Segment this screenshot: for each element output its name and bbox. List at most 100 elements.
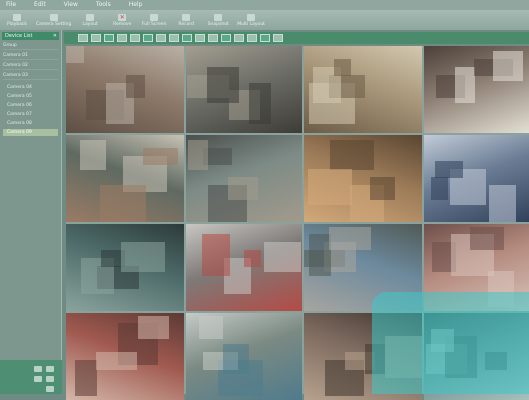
sidebar-header-label: Device List bbox=[5, 33, 33, 39]
scene-shape bbox=[333, 59, 352, 77]
menu-item-help[interactable]: Help bbox=[129, 0, 143, 10]
camera-store-shelves[interactable] bbox=[304, 135, 422, 222]
main-toolbar: Playback Camera Setting Layout ✕ Remove Full … bbox=[0, 10, 529, 30]
scene-shape bbox=[202, 234, 231, 277]
sidebar-row[interactable]: Camera 03 bbox=[3, 72, 58, 80]
layout-button[interactable] bbox=[143, 34, 153, 42]
device-tree-item[interactable]: Camera 08 bbox=[3, 120, 58, 127]
ptz-left-button[interactable] bbox=[46, 376, 54, 382]
camera-train-station[interactable] bbox=[424, 46, 529, 133]
menu-item-edit[interactable]: Edit bbox=[34, 0, 46, 10]
grid-icon bbox=[247, 13, 256, 21]
scene-shape bbox=[263, 242, 301, 272]
ptz-right-button[interactable] bbox=[46, 366, 54, 372]
device-sidebar: Device List ✕ Group Camera 01 Camera 02 Cam… bbox=[0, 30, 62, 394]
camera-indoor-courtyard[interactable] bbox=[66, 224, 184, 311]
scene-shape bbox=[66, 46, 84, 64]
sidebar-row[interactable]: Camera 02 bbox=[3, 62, 58, 70]
multi-layout-button[interactable]: Multi Layout bbox=[237, 11, 265, 29]
scene-shape bbox=[126, 74, 146, 99]
camera-checkout-counter[interactable] bbox=[66, 313, 184, 400]
device-tree-item[interactable]: Camera 09 bbox=[3, 129, 58, 136]
layout-button[interactable] bbox=[260, 34, 270, 42]
full-screen-button[interactable]: Full Screen bbox=[141, 11, 167, 29]
teal-overlay-shape bbox=[372, 292, 529, 394]
sidebar-row[interactable]: Camera 01 bbox=[3, 52, 58, 60]
scene-shape bbox=[307, 168, 353, 205]
menu-bar: File Edit View Tools Help bbox=[0, 0, 529, 10]
record-icon bbox=[182, 13, 191, 21]
scene-shape bbox=[100, 184, 147, 222]
snapshot-icon bbox=[214, 13, 223, 21]
play-icon bbox=[13, 13, 21, 21]
layout-button[interactable] bbox=[130, 34, 140, 42]
layout-button[interactable] bbox=[208, 34, 218, 42]
menu-item-view[interactable]: View bbox=[64, 0, 78, 10]
ptz-up-button[interactable] bbox=[34, 366, 42, 372]
toolbar-button-label: Layout bbox=[82, 21, 98, 27]
layout-button[interactable] bbox=[273, 34, 283, 42]
scene-shape bbox=[137, 315, 169, 340]
camera-icon bbox=[49, 13, 58, 21]
layout-button[interactable] bbox=[221, 34, 231, 42]
scene-shape bbox=[248, 82, 271, 125]
camera-warehouse-shelves[interactable] bbox=[304, 46, 422, 133]
scene-shape bbox=[80, 140, 107, 170]
device-tree-item[interactable]: Camera 07 bbox=[3, 111, 58, 118]
layout-button[interactable] bbox=[117, 34, 127, 42]
scene-shape bbox=[489, 184, 517, 222]
scene-shape bbox=[223, 344, 249, 374]
camera-cafeteria[interactable] bbox=[186, 46, 302, 133]
device-tree-item[interactable]: Camera 04 bbox=[3, 84, 58, 91]
camera-train-platform[interactable] bbox=[186, 224, 302, 311]
device-tree-item[interactable]: Camera 06 bbox=[3, 102, 58, 109]
layout-button[interactable] bbox=[91, 34, 101, 42]
ptz-down-button[interactable] bbox=[34, 376, 42, 382]
layout-icon bbox=[86, 13, 95, 21]
layout-button[interactable] bbox=[104, 34, 114, 42]
camera-industrial-tower[interactable] bbox=[186, 135, 302, 222]
menu-item-file[interactable]: File bbox=[6, 0, 16, 10]
camera-office-crowd[interactable] bbox=[424, 135, 529, 222]
layout-button[interactable] bbox=[169, 34, 179, 42]
camera-atrium-sign[interactable] bbox=[186, 313, 302, 400]
layout-button[interactable] bbox=[247, 34, 257, 42]
device-tree-item[interactable]: Camera 05 bbox=[3, 93, 58, 100]
snapshot-button[interactable]: Snapshot bbox=[205, 11, 231, 29]
playback-button[interactable]: Playback bbox=[4, 11, 30, 29]
scene-shape bbox=[370, 176, 395, 201]
zoom-button[interactable] bbox=[46, 386, 54, 392]
scene-shape bbox=[435, 161, 463, 179]
toolbar-button-label: Full Screen bbox=[141, 21, 167, 27]
menu-item-tools[interactable]: Tools bbox=[96, 0, 111, 10]
scene-shape bbox=[430, 176, 449, 201]
layout-button[interactable] bbox=[78, 34, 88, 42]
close-icon: ✕ bbox=[118, 13, 127, 21]
scene-shape bbox=[227, 176, 258, 201]
scene-shape bbox=[328, 226, 372, 251]
toolbar-button-label: Playback bbox=[6, 21, 28, 27]
layout-button[interactable] bbox=[234, 34, 244, 42]
device-tree: Camera 04 Camera 05 Camera 06 Camera 07 Came… bbox=[0, 84, 61, 136]
close-icon[interactable]: ✕ bbox=[53, 32, 57, 40]
scene-shape bbox=[206, 66, 240, 103]
camera-shopping-mall-escalator[interactable] bbox=[66, 135, 184, 222]
toolbar-button-label: Remove bbox=[113, 21, 132, 27]
layout-button[interactable] bbox=[156, 34, 166, 42]
toolbar-button-label: Camera Setting bbox=[36, 21, 72, 27]
viewer-toolbar bbox=[64, 32, 529, 44]
camera-setting-button[interactable]: Camera Setting bbox=[36, 11, 71, 29]
scene-shape bbox=[121, 242, 166, 272]
sidebar-header: Device List ✕ bbox=[2, 32, 59, 40]
record-button[interactable]: Record bbox=[173, 11, 199, 29]
scene-shape bbox=[142, 148, 179, 166]
sidebar-row[interactable]: Group bbox=[3, 42, 58, 50]
layout-button[interactable] bbox=[195, 34, 205, 42]
remove-button[interactable]: ✕ Remove bbox=[109, 11, 135, 29]
camera-building-exterior[interactable] bbox=[66, 46, 184, 133]
fullscreen-icon bbox=[150, 13, 159, 21]
toolbar-button-label: Multi Layout bbox=[237, 21, 265, 27]
layout-button[interactable] bbox=[182, 34, 192, 42]
scene-shape bbox=[95, 352, 137, 370]
layout-button[interactable]: Layout bbox=[77, 11, 103, 29]
